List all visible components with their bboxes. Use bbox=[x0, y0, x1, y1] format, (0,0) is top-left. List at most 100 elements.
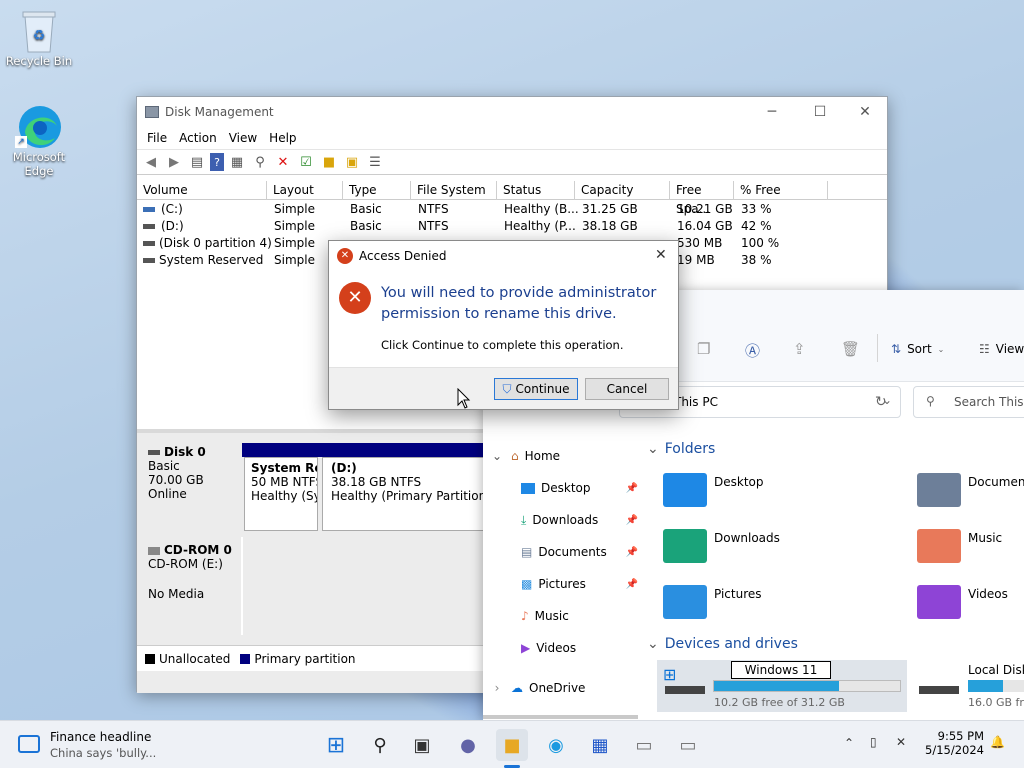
folder-pictures-label[interactable]: Pictures bbox=[714, 587, 762, 601]
pictures-icon: ▩ bbox=[521, 577, 533, 591]
folders-section-header[interactable]: ⌄ Folders bbox=[647, 441, 715, 457]
news-widget[interactable]: Finance headline China says 'bully... bbox=[14, 730, 214, 762]
list-icon[interactable]: ☰ bbox=[365, 153, 385, 171]
edge-icon[interactable]: ◉ bbox=[540, 729, 572, 761]
search-box[interactable]: ⚲ Search This P bbox=[913, 386, 1024, 418]
network-icon[interactable]: ▯ bbox=[870, 735, 877, 749]
menu-action[interactable]: Action bbox=[173, 131, 223, 145]
cancel-button[interactable]: Cancel bbox=[585, 378, 669, 400]
rename-icon[interactable]: Ⓐ bbox=[745, 340, 760, 361]
music-folder-icon[interactable] bbox=[917, 529, 961, 563]
nav-label: OneDrive bbox=[529, 681, 586, 695]
chevron-up-icon[interactable]: ⌃ bbox=[844, 736, 854, 750]
disk0-info[interactable]: Disk 0 Basic 70.00 GB Online bbox=[140, 439, 240, 535]
drive-rename-field[interactable]: Windows 11 bbox=[731, 661, 831, 679]
pin-icon[interactable]: 📌 bbox=[626, 547, 638, 558]
downloads-folder-icon[interactable] bbox=[663, 529, 707, 563]
nav-videos[interactable]: ▶ Videos bbox=[483, 634, 638, 662]
menu-view[interactable]: View bbox=[223, 131, 263, 145]
connect-icon[interactable]: ⚲ bbox=[250, 153, 270, 171]
copy-icon[interactable]: ❐ bbox=[697, 340, 710, 358]
cdrom-info[interactable]: CD-ROM 0 CD-ROM (E:) No Media bbox=[140, 537, 240, 633]
microsoft-store-icon[interactable]: ▦ bbox=[584, 729, 616, 761]
download-icon: ⤓ bbox=[521, 512, 527, 527]
menu-file[interactable]: File bbox=[141, 131, 173, 145]
folder-up-icon[interactable]: ■ bbox=[319, 153, 339, 171]
teams-chat-icon[interactable]: ● bbox=[452, 729, 484, 761]
share-icon[interactable]: ⇪ bbox=[793, 340, 806, 358]
col-file-system[interactable]: File System bbox=[411, 181, 497, 200]
col-volume[interactable]: Volume bbox=[137, 181, 267, 200]
drive-tool-taskbar-icon[interactable]: ▭ bbox=[672, 729, 704, 761]
col-status[interactable]: Status bbox=[497, 181, 575, 200]
close-button[interactable]: ✕ bbox=[842, 97, 888, 127]
volume-list-header: Volume Layout Type File System Status Ca… bbox=[137, 181, 887, 216]
drive-windows11[interactable]: ⊞ Windows 11 10.2 GB free of 31.2 GB bbox=[657, 660, 907, 712]
properties-icon[interactable]: ▦ bbox=[227, 153, 247, 171]
folder-music-label[interactable]: Music bbox=[968, 531, 1002, 545]
refresh-icon[interactable]: ↻ bbox=[875, 394, 887, 410]
sort-button[interactable]: ⇅ Sort ⌄ bbox=[891, 342, 944, 356]
pin-icon[interactable]: 📌 bbox=[626, 515, 638, 526]
show-hide-console-icon[interactable]: ▤ bbox=[187, 153, 207, 171]
nav-home[interactable]: ⌄ ⌂ Home bbox=[483, 442, 638, 470]
col-type[interactable]: Type bbox=[343, 181, 411, 200]
notification-bell-icon[interactable]: 🔔 bbox=[990, 735, 1005, 749]
folder-documents-label[interactable]: Documents bbox=[968, 475, 1024, 489]
volume-cell: System Reserved bbox=[159, 253, 264, 267]
nav-onedrive[interactable]: › ☁ OneDrive bbox=[483, 674, 638, 702]
pin-icon[interactable]: 📌 bbox=[626, 483, 638, 494]
clock[interactable]: 9:55 PM 5/15/2024 bbox=[922, 729, 984, 757]
dialog-close-icon[interactable]: ✕ bbox=[655, 247, 667, 263]
dialog-title: Access Denied bbox=[359, 249, 447, 263]
col-percent-free[interactable]: % Free bbox=[734, 181, 828, 200]
back-icon[interactable]: ◀ bbox=[141, 153, 161, 171]
view-button[interactable]: ☷ View bbox=[979, 342, 1024, 356]
desktop-icon-recycle-bin[interactable]: ♻ Recycle Bin bbox=[4, 8, 74, 68]
folder-desktop-label[interactable]: Desktop bbox=[714, 475, 764, 489]
desktop-folder-icon[interactable] bbox=[663, 473, 707, 507]
videos-folder-icon[interactable] bbox=[917, 585, 961, 619]
cloud-icon: ☁ bbox=[511, 681, 523, 695]
col-layout[interactable]: Layout bbox=[267, 181, 343, 200]
forward-icon[interactable]: ▶ bbox=[164, 153, 184, 171]
desktop-icon-edge[interactable]: ↗ Microsoft Edge bbox=[4, 104, 74, 178]
search-folder-icon[interactable]: ▣ bbox=[342, 153, 362, 171]
maximize-button[interactable]: ☐ bbox=[797, 97, 843, 127]
disk-management-taskbar-icon[interactable]: ▭ bbox=[628, 729, 660, 761]
documents-folder-icon[interactable] bbox=[917, 473, 961, 507]
legend-swatch-primary bbox=[240, 653, 251, 664]
delete-icon[interactable]: 🗑 bbox=[841, 340, 860, 358]
continue-button[interactable]: ⛉ Continue bbox=[494, 378, 578, 400]
pin-icon[interactable]: 📌 bbox=[626, 579, 638, 590]
drive-local-disk[interactable]: Local Disk 16.0 GB fre bbox=[917, 660, 1024, 712]
nav-label: Desktop bbox=[541, 481, 591, 495]
minimize-button[interactable]: ─ bbox=[749, 97, 795, 127]
folder-videos-label[interactable]: Videos bbox=[968, 587, 1008, 601]
search-icon[interactable]: ⚲ bbox=[364, 729, 396, 761]
drives-section-header[interactable]: ⌄ Devices and drives bbox=[647, 636, 798, 652]
file-explorer-icon[interactable]: ■ bbox=[496, 729, 528, 761]
task-view-icon[interactable]: ▣ bbox=[406, 729, 438, 761]
help-icon[interactable]: ? bbox=[210, 153, 224, 171]
volume-row[interactable]: (C:) Simple Basic NTFS Healthy (B... 31.… bbox=[137, 201, 887, 218]
check-icon[interactable]: ☑ bbox=[296, 153, 316, 171]
folder-downloads-label[interactable]: Downloads bbox=[714, 531, 780, 545]
menu-help[interactable]: Help bbox=[263, 131, 302, 145]
nav-scrollbar[interactable] bbox=[483, 715, 638, 719]
start-button-windows-icon[interactable]: ⊞ bbox=[320, 729, 352, 761]
status-cell: Healthy (B... bbox=[504, 202, 579, 216]
col-capacity[interactable]: Capacity bbox=[575, 181, 670, 200]
volume-muted-icon[interactable]: ✕ bbox=[896, 735, 906, 749]
nav-downloads[interactable]: ⤓ Downloads 📌 bbox=[483, 506, 638, 534]
nav-documents[interactable]: ▤ Documents 📌 bbox=[483, 538, 638, 566]
partition-system-reserved[interactable]: System Res 50 MB NTFS Healthy (Sys bbox=[244, 457, 318, 531]
nav-desktop[interactable]: Desktop 📌 bbox=[483, 474, 638, 502]
nav-pictures[interactable]: ▩ Pictures 📌 bbox=[483, 570, 638, 598]
pictures-folder-icon[interactable] bbox=[663, 585, 707, 619]
col-free-space[interactable]: Free Spa... bbox=[670, 181, 734, 216]
disk0-type: Basic bbox=[148, 459, 180, 473]
delete-icon[interactable]: ✕ bbox=[273, 153, 293, 171]
nav-music[interactable]: ♪ Music bbox=[483, 602, 638, 630]
volume-row[interactable]: (D:) Simple Basic NTFS Healthy (P... 38.… bbox=[137, 218, 887, 235]
